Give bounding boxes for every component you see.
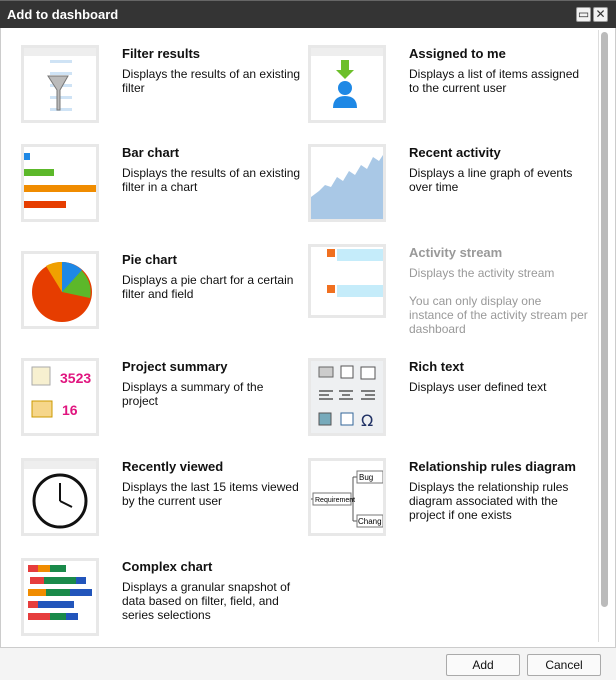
diagram-node-requirement: Requirement [315,497,355,504]
widget-name: Recent activity [409,145,501,160]
widget-desc: Displays user defined text [409,380,547,394]
widget-name: Filter results [122,46,201,61]
user-assign-icon [308,45,386,123]
widget-desc: Displays a list of items assigned to the… [409,67,580,95]
bar-chart-icon [21,144,99,222]
pie-chart-icon [21,251,99,329]
dialog-titlebar: Add to dashboard ▭ ✕ [0,0,616,28]
widget-name: Pie chart [122,252,177,267]
dialog-footer: Add Cancel [0,648,616,680]
rich-text-icon: Ω [308,358,386,436]
funnel-icon [21,45,99,123]
summary-stat-1: 3523 [60,370,91,386]
widget-desc: Displays the relationship rules diagram … [409,480,569,522]
widget-list: Filter results Displays the results of an… [0,28,616,648]
widget-name: Assigned to me [409,46,506,61]
project-summary-icon: 3523 16 [21,358,99,436]
clock-icon [21,458,99,536]
scrollbar[interactable] [598,30,609,642]
widget-name: Activity stream [409,245,503,260]
cancel-button[interactable]: Cancel [527,654,601,676]
diagram-node-change: Chang [358,517,382,526]
line-graph-icon [308,144,386,222]
widget-name: Bar chart [122,145,180,160]
widget-name: Project summary [122,359,228,374]
summary-stat-2: 16 [62,402,78,418]
diagram-icon: Requirement Bug Chang [308,458,386,536]
maximize-icon[interactable]: ▭ [576,7,591,22]
widget-desc: Displays a pie chart for a certain filte… [122,273,294,301]
widget-note: You can only display one instance of the… [409,294,588,336]
close-icon[interactable]: ✕ [593,7,608,22]
widget-desc: Displays the activity stream [409,266,555,280]
widget-desc: Displays a line graph of events over tim… [409,166,573,194]
activity-stream-icon [308,244,386,318]
add-button[interactable]: Add [446,654,520,676]
widget-name: Recently viewed [122,459,224,474]
dialog-title: Add to dashboard [7,7,119,22]
widget-desc: Displays the results of an existing filt… [122,67,301,95]
widget-desc: Displays the results of an existing filt… [122,166,301,194]
widget-name: Relationship rules diagram [409,459,576,474]
complex-chart-icon [21,558,99,636]
widget-desc: Displays a summary of the project [122,380,264,408]
svg-text:Ω: Ω [361,411,373,430]
widget-desc: Displays a granular snapshot of data bas… [122,580,291,622]
diagram-node-bug: Bug [359,473,373,482]
widget-name: Rich text [409,359,464,374]
scrollbar-thumb[interactable] [601,32,608,607]
widget-desc: Displays the last 15 items viewed by the… [122,480,299,508]
widget-name: Complex chart [122,559,213,574]
